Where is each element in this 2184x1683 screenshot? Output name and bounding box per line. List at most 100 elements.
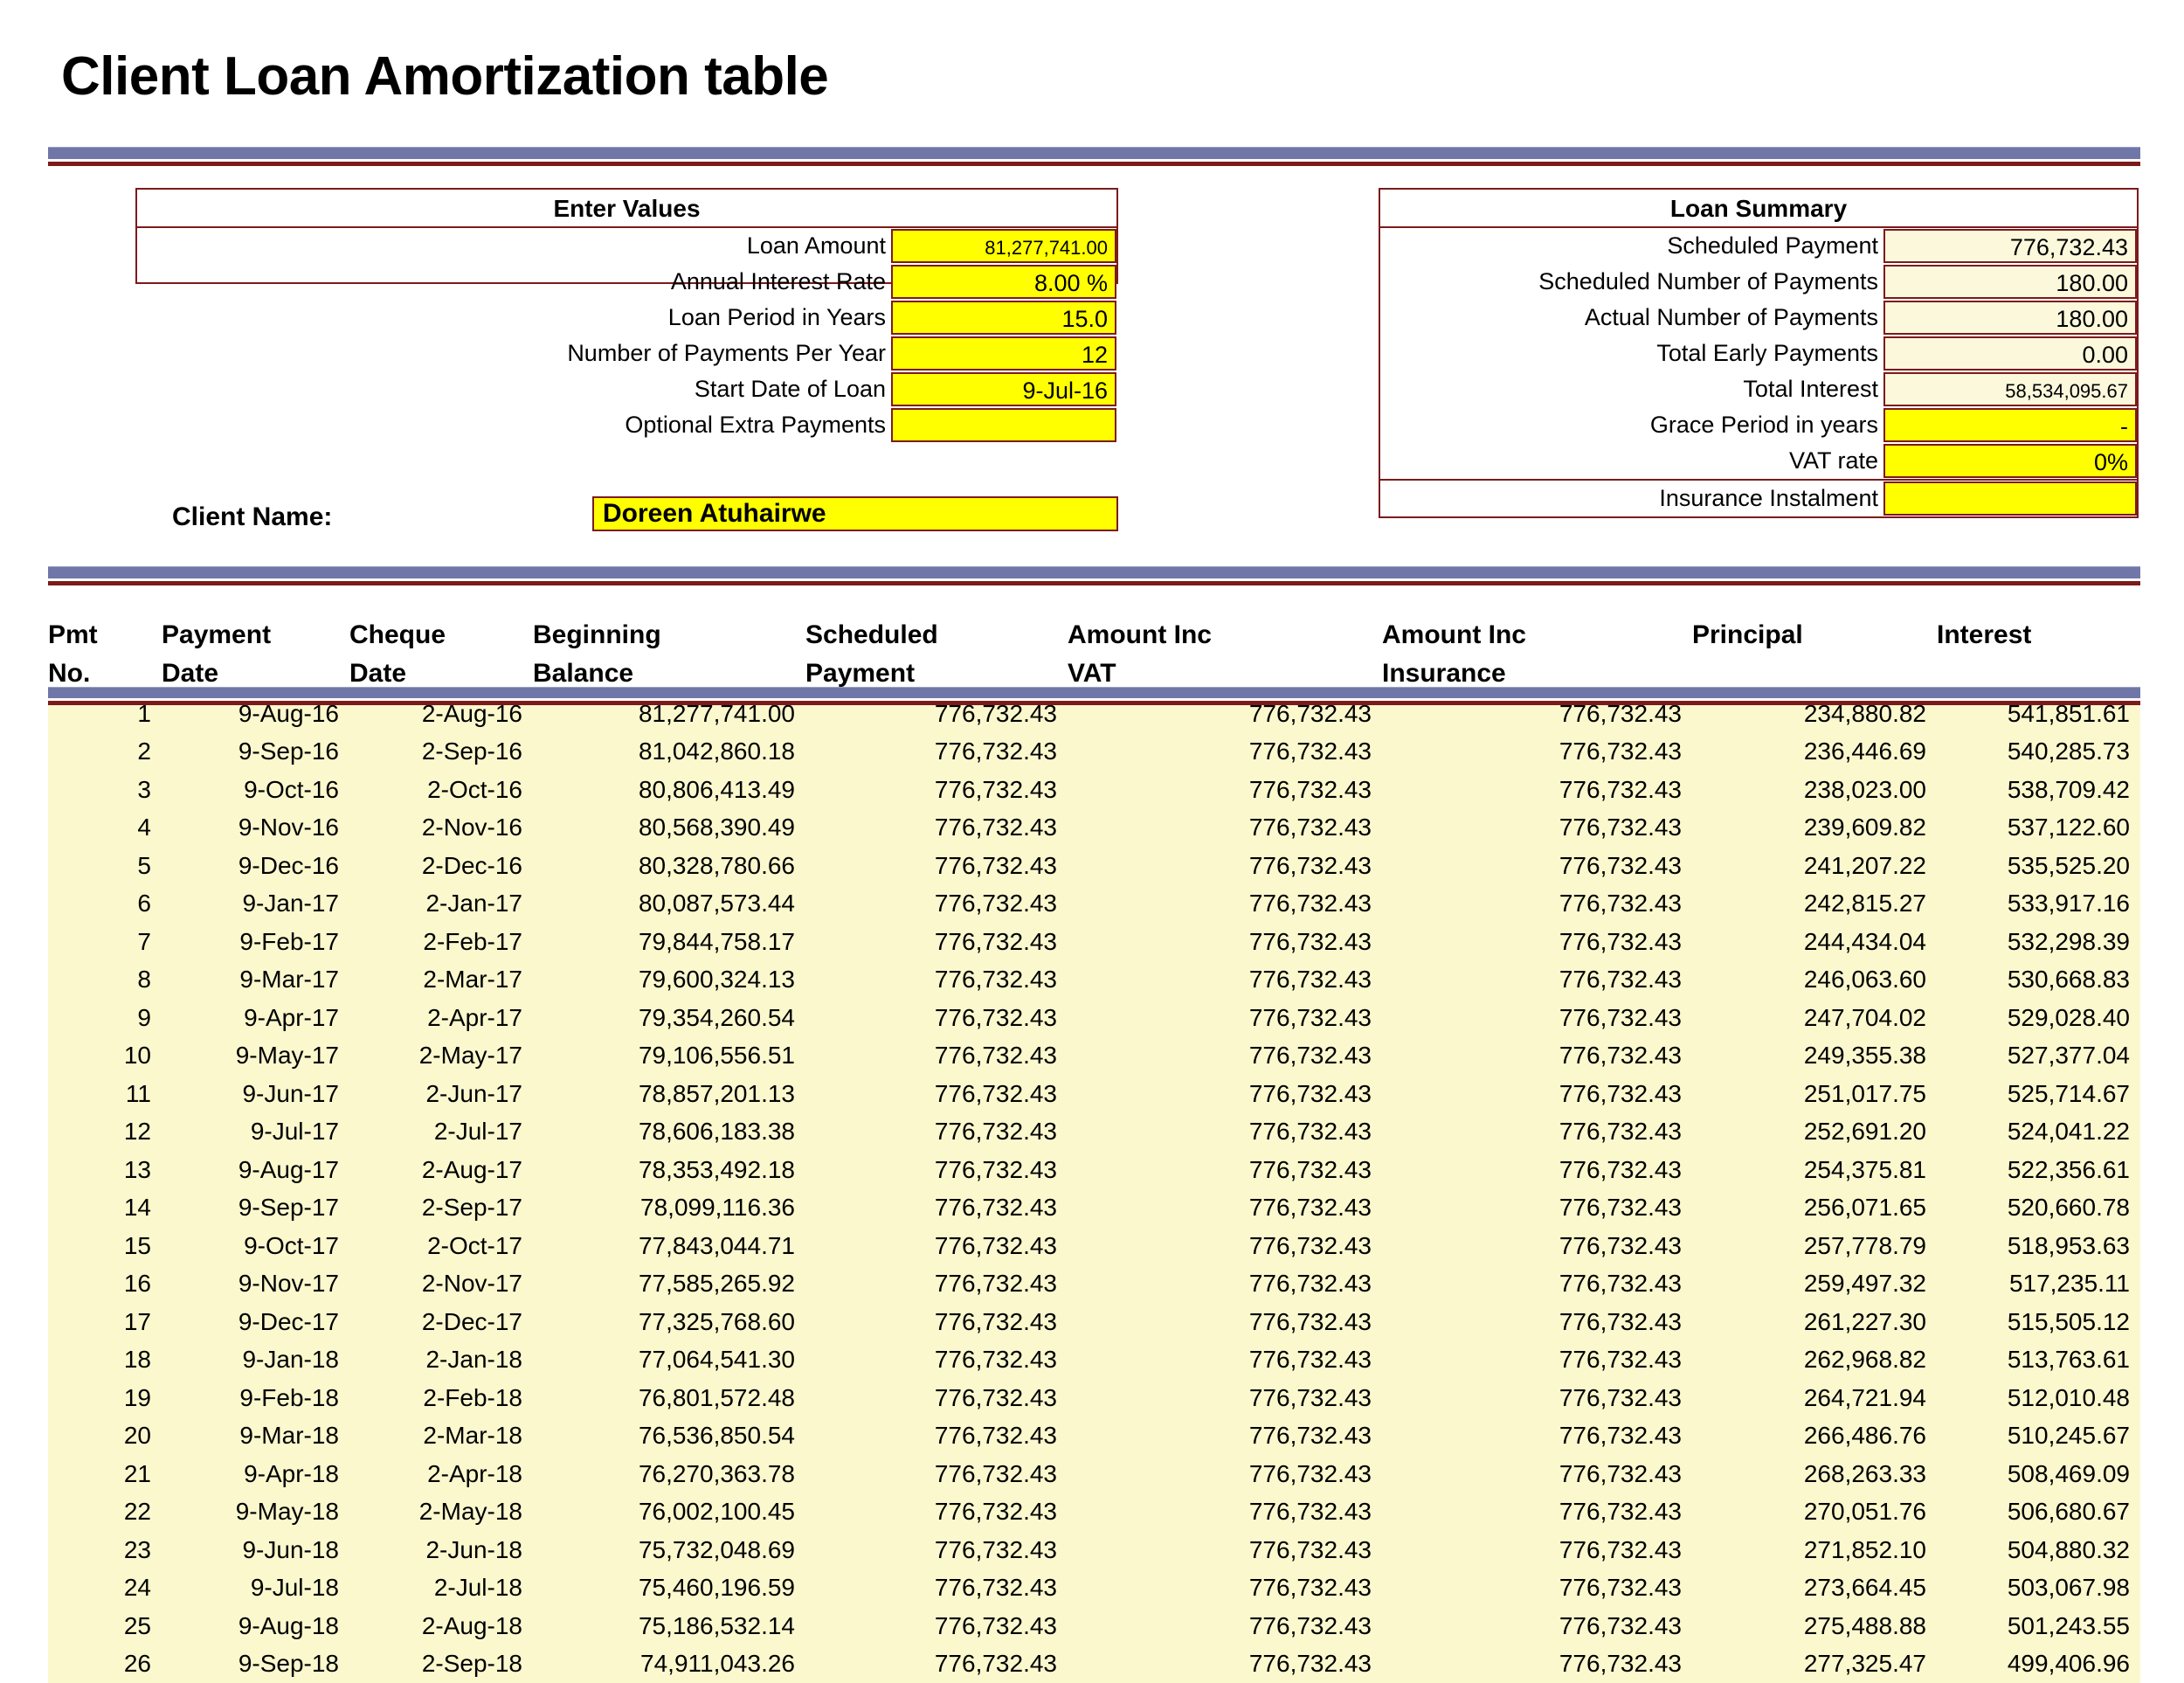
cell-beginning-balance: 79,844,758.17	[533, 923, 805, 961]
label-actual-number-of-payments: Actual Number of Payments	[1380, 300, 1883, 336]
input-start-date[interactable]: 9-Jul-16	[891, 372, 1116, 406]
input-vat-rate[interactable]: 0%	[1883, 444, 2137, 478]
cell-amount-inc-insurance: 776,732.43	[1382, 733, 1692, 772]
cell-payment-date: 9-Aug-17	[162, 1151, 349, 1189]
cell-cheque-date: 2-Oct-16	[349, 771, 533, 809]
cell-amount-inc-insurance: 776,732.43	[1382, 1493, 1692, 1532]
cell-scheduled-payment: 776,732.43	[805, 1645, 1068, 1683]
cell-cheque-date: 2-Oct-17	[349, 1227, 533, 1265]
cell-beginning-balance: 78,857,201.13	[533, 1075, 805, 1113]
cell-cheque-date: 2-Aug-17	[349, 1151, 533, 1189]
input-insurance-instalment[interactable]	[1883, 481, 2137, 516]
label-grace-period: Grace Period in years	[1380, 407, 1883, 443]
label-scheduled-payment: Scheduled Payment	[1380, 228, 1883, 264]
enter-values-rows: Loan Amount 81,277,741.00 Annual Interes…	[137, 228, 1116, 447]
cell-principal: 275,488.88	[1692, 1607, 1937, 1645]
cell-principal: 264,721.94	[1692, 1379, 1937, 1417]
cell-pmt-no: 23	[48, 1531, 162, 1569]
cell-beginning-balance: 74,911,043.26	[533, 1645, 805, 1683]
cell-scheduled-payment: 776,732.43	[805, 1569, 1068, 1608]
cell-amount-inc-vat: 776,732.43	[1068, 809, 1382, 848]
cell-amount-inc-insurance: 776,732.43	[1382, 1531, 1692, 1569]
input-loan-period-years[interactable]: 15.0	[891, 301, 1116, 335]
cell-beginning-balance: 78,099,116.36	[533, 1189, 805, 1228]
loan-summary-row-grace-period: Grace Period in years -	[1380, 407, 2137, 443]
enter-values-panel: Enter Values Loan Amount 81,277,741.00 A…	[135, 188, 1118, 284]
cell-payment-date: 9-Mar-18	[162, 1417, 349, 1456]
cell-interest: 508,469.09	[1937, 1455, 2140, 1493]
cell-cheque-date: 2-Mar-17	[349, 961, 533, 1000]
cell-interest: 522,356.61	[1937, 1151, 2140, 1189]
table-row: 89-Mar-172-Mar-1779,600,324.13776,732.43…	[48, 961, 2140, 1000]
cell-cheque-date: 2-Sep-17	[349, 1189, 533, 1228]
client-name-input[interactable]: Doreen Atuhairwe	[592, 496, 1118, 531]
cell-principal: 273,664.45	[1692, 1569, 1937, 1608]
cell-pmt-no: 6	[48, 885, 162, 924]
cell-payment-date: 9-Sep-16	[162, 733, 349, 772]
loan-summary-title: Loan Summary	[1380, 190, 2137, 228]
cell-amount-inc-insurance: 776,732.43	[1382, 1379, 1692, 1417]
table-row: 119-Jun-172-Jun-1778,857,201.13776,732.4…	[48, 1075, 2140, 1113]
cell-scheduled-payment: 776,732.43	[805, 809, 1068, 848]
cell-amount-inc-insurance: 776,732.43	[1382, 999, 1692, 1037]
cell-amount-inc-vat: 776,732.43	[1068, 733, 1382, 772]
column-header-beginning-balance: Beginning Balance	[533, 616, 805, 695]
cell-principal: 251,017.75	[1692, 1075, 1937, 1113]
cell-payment-date: 9-Feb-18	[162, 1379, 349, 1417]
cell-payment-date: 9-Dec-16	[162, 847, 349, 885]
cell-amount-inc-vat: 776,732.43	[1068, 1417, 1382, 1456]
input-extra-payments[interactable]	[891, 408, 1116, 442]
cell-beginning-balance: 76,270,363.78	[533, 1455, 805, 1493]
cell-scheduled-payment: 776,732.43	[805, 1341, 1068, 1380]
table-row: 149-Sep-172-Sep-1778,099,116.36776,732.4…	[48, 1189, 2140, 1228]
cell-payment-date: 9-Mar-17	[162, 961, 349, 1000]
loan-summary-row-scheduled-payment: Scheduled Payment 776,732.43	[1380, 228, 2137, 264]
input-payments-per-year[interactable]: 12	[891, 336, 1116, 371]
input-grace-period[interactable]: -	[1883, 408, 2137, 442]
table-row: 109-May-172-May-1779,106,556.51776,732.4…	[48, 1037, 2140, 1076]
cell-beginning-balance: 79,354,260.54	[533, 999, 805, 1037]
table-row: 209-Mar-182-Mar-1876,536,850.54776,732.4…	[48, 1417, 2140, 1456]
cell-scheduled-payment: 776,732.43	[805, 1379, 1068, 1417]
cell-payment-date: 9-Aug-18	[162, 1607, 349, 1645]
cell-amount-inc-insurance: 776,732.43	[1382, 1037, 1692, 1076]
loan-summary-panel: Loan Summary Scheduled Payment 776,732.4…	[1379, 188, 2139, 518]
loan-summary-rows: Scheduled Payment 776,732.43 Scheduled N…	[1380, 228, 2137, 516]
cell-amount-inc-vat: 776,732.43	[1068, 999, 1382, 1037]
label-annual-interest-rate: Annual Interest Rate	[137, 264, 891, 300]
cell-amount-inc-vat: 776,732.43	[1068, 1341, 1382, 1380]
cell-amount-inc-insurance: 776,732.43	[1382, 885, 1692, 924]
cell-scheduled-payment: 776,732.43	[805, 1455, 1068, 1493]
cell-pmt-no: 7	[48, 923, 162, 961]
cell-interest: 533,917.16	[1937, 885, 2140, 924]
loan-summary-row-actual-number-of-payments: Actual Number of Payments 180.00	[1380, 300, 2137, 336]
cell-payment-date: 9-May-18	[162, 1493, 349, 1532]
table-header-row: Pmt No. Payment Date Cheque Date Beginni…	[48, 616, 2140, 695]
cell-amount-inc-insurance: 776,732.43	[1382, 1189, 1692, 1228]
cell-amount-inc-insurance: 776,732.43	[1382, 1151, 1692, 1189]
input-loan-amount[interactable]: 81,277,741.00	[891, 229, 1116, 263]
cell-interest: 530,668.83	[1937, 961, 2140, 1000]
value-scheduled-number-of-payments: 180.00	[1883, 265, 2137, 299]
cell-interest: 535,525.20	[1937, 847, 2140, 885]
cell-scheduled-payment: 776,732.43	[805, 1607, 1068, 1645]
cell-cheque-date: 2-Dec-16	[349, 847, 533, 885]
cell-cheque-date: 2-May-18	[349, 1493, 533, 1532]
input-annual-interest-rate[interactable]: 8.00 %	[891, 265, 1116, 299]
cell-amount-inc-vat: 776,732.43	[1068, 1531, 1382, 1569]
label-scheduled-number-of-payments: Scheduled Number of Payments	[1380, 264, 1883, 300]
column-header-interest: Interest	[1937, 616, 2140, 695]
cell-amount-inc-vat: 776,732.43	[1068, 1151, 1382, 1189]
value-total-interest: 58,534,095.67	[1883, 372, 2137, 406]
cell-cheque-date: 2-Aug-18	[349, 1607, 533, 1645]
cell-scheduled-payment: 776,732.43	[805, 1227, 1068, 1265]
cell-payment-date: 9-Jan-18	[162, 1341, 349, 1380]
cell-interest: 510,245.67	[1937, 1417, 2140, 1456]
cell-scheduled-payment: 776,732.43	[805, 1037, 1068, 1076]
divider-red-line	[48, 581, 2140, 585]
cell-pmt-no: 4	[48, 809, 162, 848]
cell-interest: 538,709.42	[1937, 771, 2140, 809]
column-header-amount-inc-vat: Amount Inc VAT	[1068, 616, 1382, 695]
cell-interest: 540,285.73	[1937, 733, 2140, 772]
cell-principal: 238,023.00	[1692, 771, 1937, 809]
